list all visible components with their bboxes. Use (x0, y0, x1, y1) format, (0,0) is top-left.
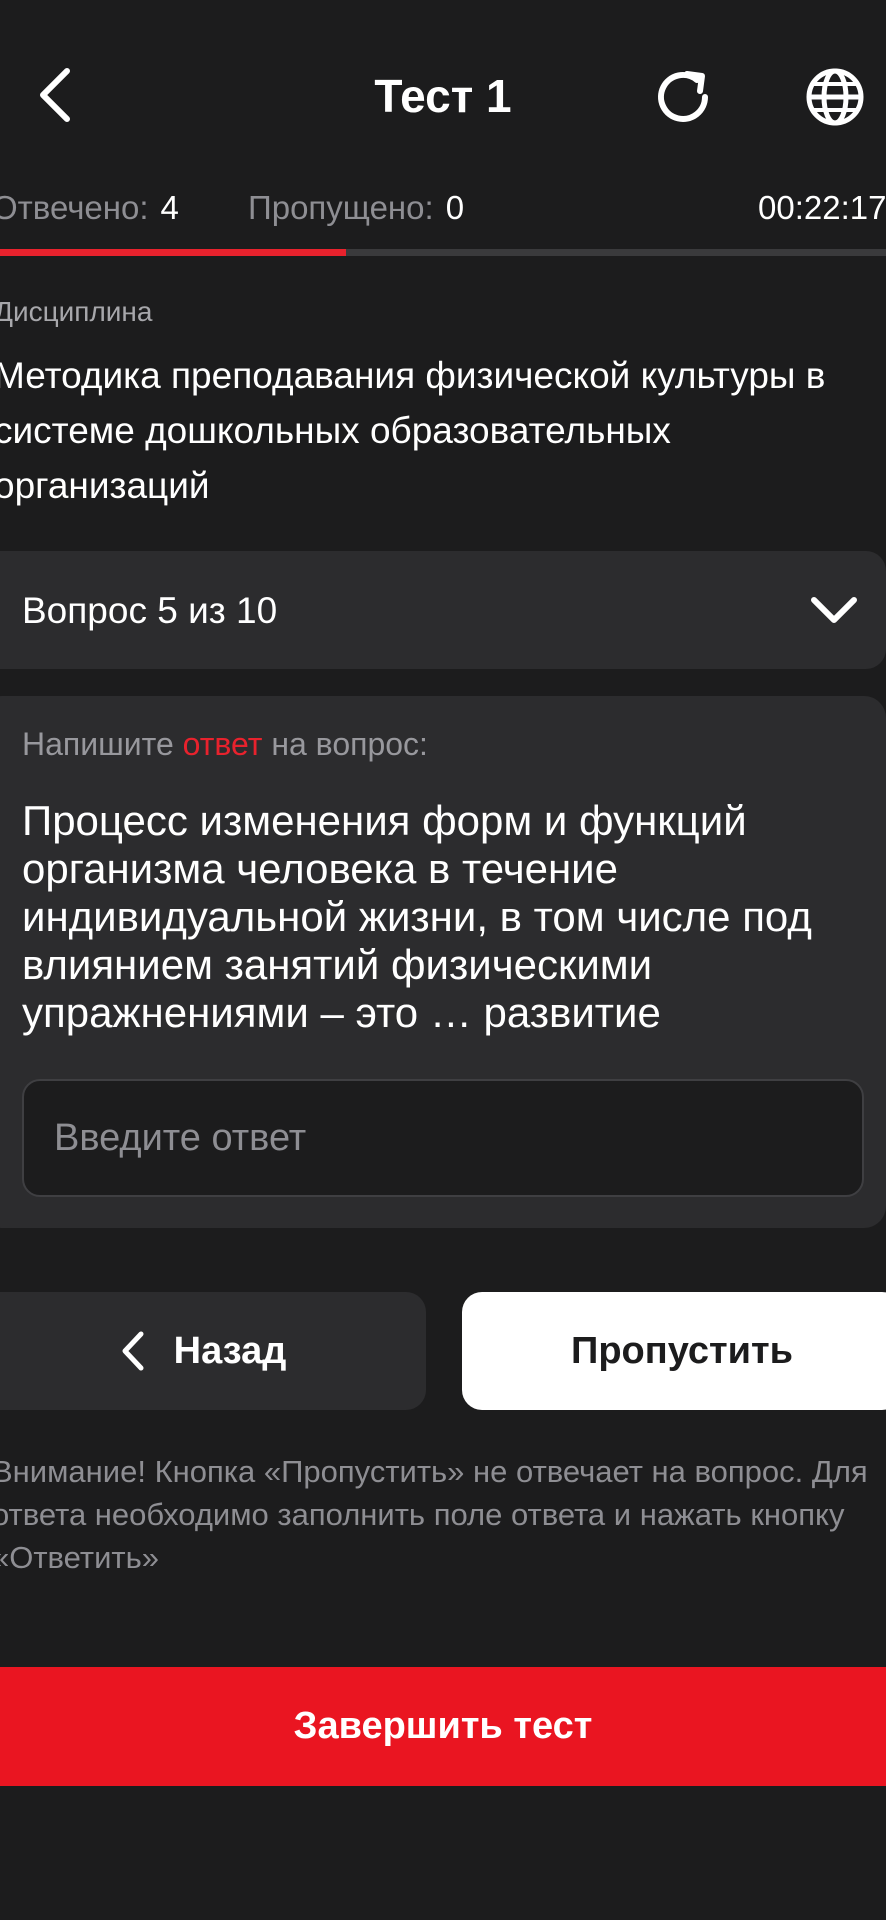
language-button[interactable] (790, 52, 880, 142)
prompt-text: Напишите (22, 726, 183, 762)
skipped-stat: Пропущено: 0 (248, 186, 464, 230)
answered-count: 4 (160, 189, 179, 226)
previous-button-label: Назад (173, 1329, 287, 1372)
answered-stat: Отвечено: 4 (0, 186, 179, 230)
refresh-button[interactable] (640, 52, 730, 142)
question-prompt: Напишите ответ на вопрос: (22, 724, 428, 764)
page-title: Тест 1 (374, 70, 512, 122)
prompt-accent: ответ (182, 726, 263, 762)
globe-icon (806, 68, 864, 126)
finish-test-label: Завершить тест (293, 1705, 593, 1747)
question-text: Процесс изменения форм и функций организ… (22, 797, 812, 1036)
answered-label: Отвечено: (0, 189, 149, 226)
refresh-icon (658, 71, 708, 122)
previous-button[interactable]: Назад (0, 1292, 426, 1410)
skipped-label: Пропущено: (248, 189, 434, 226)
question-counter: Вопрос 5 из 10 (22, 590, 278, 631)
chevron-down-icon[interactable] (808, 590, 860, 630)
progress-fill (0, 249, 346, 256)
prompt-text-end: на вопрос: (262, 726, 428, 762)
discipline-name: Методика преподавания физической культур… (0, 355, 826, 506)
skip-notice: Внимание! Кнопка «Пропустить» не отвечае… (0, 1454, 868, 1575)
chevron-left-icon (122, 1331, 144, 1371)
finish-test-button[interactable]: Завершить тест (0, 1667, 886, 1786)
answer-input[interactable] (22, 1079, 864, 1197)
skip-button[interactable]: Пропустить (462, 1292, 886, 1410)
skipped-count: 0 (445, 189, 465, 226)
skip-button-label: Пропустить (571, 1329, 793, 1372)
discipline-label: Дисциплина (0, 296, 153, 327)
timer: 00:22:17 (758, 189, 886, 226)
progress-bar (0, 249, 886, 256)
